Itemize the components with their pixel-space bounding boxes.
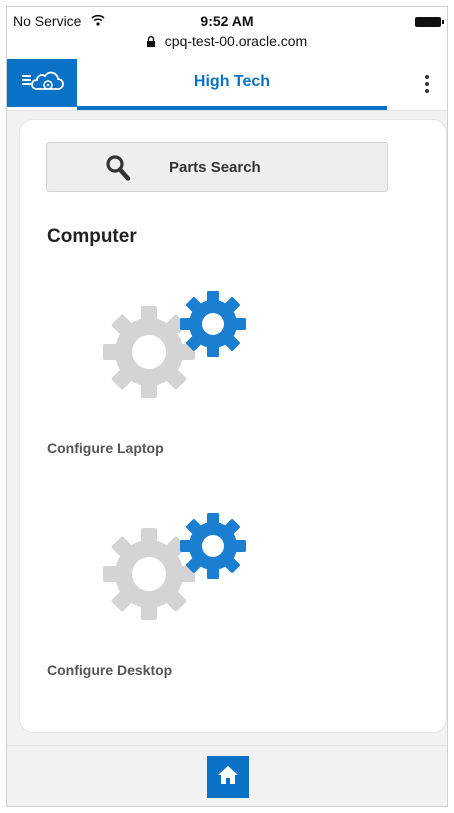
parts-search-button[interactable]: Parts Search — [46, 142, 388, 192]
home-icon — [217, 765, 239, 790]
kebab-dot — [425, 75, 429, 79]
app-frame: No Service 9:52 AM cpq-test-00.oracle.co… — [6, 6, 448, 807]
battery-icon — [415, 17, 444, 27]
clock: 9:52 AM — [200, 13, 254, 29]
page-title[interactable]: High Tech — [77, 59, 387, 107]
menu-cloud-icon — [20, 67, 64, 100]
lock-icon — [146, 34, 155, 50]
app-header: High Tech — [7, 59, 447, 111]
active-tab-indicator — [77, 106, 387, 110]
kebab-dot — [425, 89, 429, 93]
configure-laptop-label: Configure Laptop — [47, 440, 164, 456]
parts-search-label: Parts Search — [169, 159, 261, 176]
home-button[interactable] — [207, 756, 249, 798]
bottom-bar — [7, 745, 447, 806]
more-options-button[interactable] — [415, 69, 439, 99]
url-bar[interactable]: cpq-test-00.oracle.com — [7, 33, 447, 50]
section-title: Computer — [47, 226, 137, 247]
gears-icon — [103, 290, 253, 400]
url-text: cpq-test-00.oracle.com — [164, 33, 308, 49]
content-card: Parts Search Computer Configure Laptop C… — [19, 119, 447, 733]
menu-button[interactable] — [7, 59, 77, 107]
status-bar: No Service 9:52 AM cpq-test-00.oracle.co… — [7, 7, 447, 59]
configure-desktop-label: Configure Desktop — [47, 662, 173, 678]
gears-icon — [103, 512, 253, 622]
search-icon — [105, 154, 131, 187]
kebab-dot — [425, 82, 429, 86]
